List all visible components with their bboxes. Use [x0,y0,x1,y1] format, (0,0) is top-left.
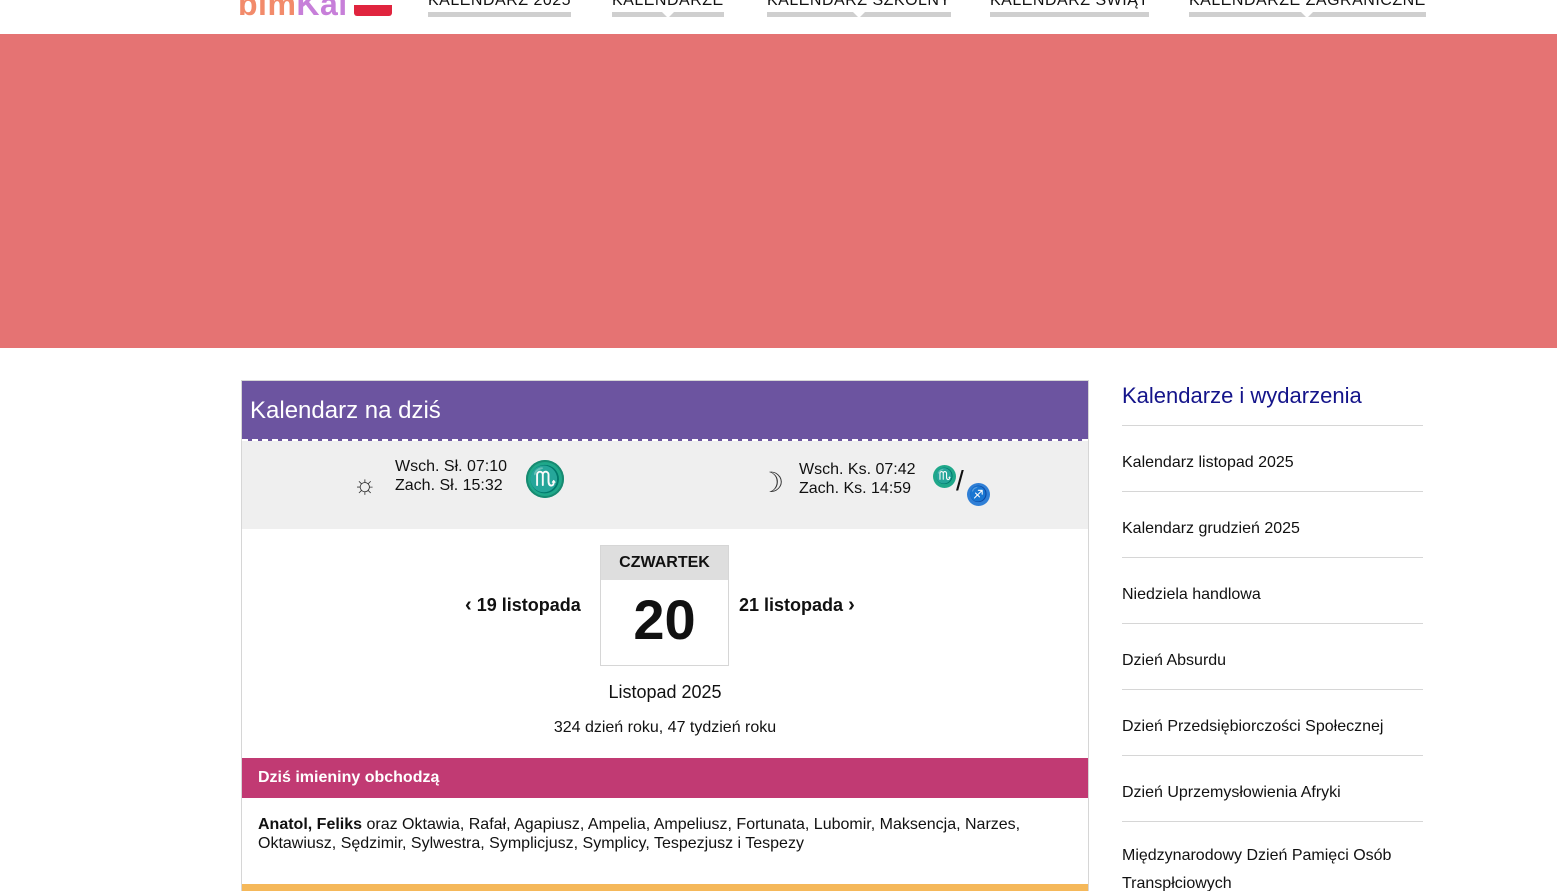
sun-times: Wsch. Sł. 07:10 Zach. Sł. 15:32 [395,457,507,495]
sidebar-item-pamieci-osob[interactable]: Międzynarodowy Dzień Pamięci Osób Transp… [1122,822,1423,891]
name-day-header: Dziś imieniny obchodzą [242,758,1088,798]
sidebar-item-dzien-absurdu[interactable]: Dzień Absurdu [1122,624,1423,690]
nav-kalendarz-2025[interactable]: KALENDARZ 2025 [428,0,572,17]
sidebar-item-niedziela-handlowa[interactable]: Niedziela handlowa [1122,558,1423,624]
nav-label: KALENDARZE [612,0,724,9]
chevron-right-icon: › [848,594,855,616]
weekday-label: CZWARTEK [601,546,728,580]
moon-times: Wsch. Ks. 07:42 Zach. Ks. 14:59 [799,460,916,498]
nav-kalendarz-szkolny[interactable]: KALENDARZ SZKOLNY [767,0,951,18]
name-day-list: Anatol, Feliks oraz Oktawia, Rafał, Agap… [258,815,1058,853]
nav-kalendarze-zagraniczne[interactable]: KALENDARZE ZAGRANICZNE [1189,0,1426,18]
date-tile: CZWARTEK 20 [600,545,729,666]
name-day-rest: oraz Oktawia, Rafał, Agapiusz, Ampelia, … [258,816,1021,852]
nav-underline [990,12,1149,17]
nav-kalendarz-swiat[interactable]: KALENDARZ ŚWIĄT [990,0,1149,17]
dropdown-notch-icon [660,11,675,18]
nav-label: KALENDARZE ZAGRANICZNE [1189,0,1426,9]
card-title: Kalendarz na dziś [242,381,1088,441]
dropdown-notch-icon [851,11,866,18]
sun-icon: ☼ [353,469,377,499]
day-number: 20 [633,588,696,651]
sidebar: Kalendarze i wydarzenia Kalendarz listop… [1122,380,1423,891]
today-calendar-card: Kalendarz na dziś ☼ Wsch. Sł. 07:10 Zach… [241,380,1089,891]
name-day-main: Anatol, Feliks [258,816,363,833]
nav-kalendarze[interactable]: KALENDARZE [612,0,724,18]
chevron-left-icon: ‹ [465,594,472,616]
sidebar-item-kalendarz-grudzien[interactable]: Kalendarz grudzień 2025 [1122,492,1423,558]
moonset-text: Zach. Ks. 14:59 [799,480,912,497]
zodiac-separator: / [956,465,964,496]
scorpio-icon: ♏ [933,465,956,488]
moon-icon: ☽ [759,467,785,498]
sagittarius-icon: ♐ [967,483,990,506]
ad-banner [0,34,1557,348]
nav-label: KALENDARZ SZKOLNY [767,0,951,9]
sunrise-text: Wsch. Sł. 07:10 [395,458,508,475]
section-divider [242,884,1088,891]
nav-label: KALENDARZ 2025 [428,0,572,9]
prev-day-link[interactable]: ‹ 19 listopada [465,594,581,617]
nav-underline [428,12,572,17]
polish-flag-icon [354,0,392,16]
moonrise-text: Wsch. Ks. 07:42 [799,461,916,478]
prev-day-label: 19 listopada [476,595,581,615]
sidebar-item-uprzemyslowienia[interactable]: Dzień Uprzemysłowienia Afryki [1122,756,1423,822]
sidebar-title: Kalendarze i wydarzenia [1122,380,1423,426]
scorpio-icon: ♏ [526,460,564,498]
month-year: Listopad 2025 [608,682,722,702]
sidebar-item-kalendarz-listopad[interactable]: Kalendarz listopad 2025 [1122,426,1423,492]
sidebar-item-przedsiebiorczosci[interactable]: Dzień Przedsiębiorczości Społecznej [1122,690,1423,756]
sun-moon-panel: ☼ Wsch. Sł. 07:10 Zach. Sł. 15:32 ♏ ☽ Ws… [242,441,1088,529]
day-of-year-info: 324 dzień roku, 47 tydzień roku [553,719,777,736]
site-logo[interactable]: bimKal [238,0,348,23]
dropdown-notch-icon [1300,11,1315,18]
site-header: bimKal KALENDARZ 2025 KALENDARZE KALENDA… [0,0,1557,34]
sunset-text: Zach. Sł. 15:32 [395,477,503,494]
next-day-label: 21 listopada [739,595,844,615]
nav-label: KALENDARZ ŚWIĄT [990,0,1149,9]
next-day-link[interactable]: 21 listopada › [739,594,855,617]
